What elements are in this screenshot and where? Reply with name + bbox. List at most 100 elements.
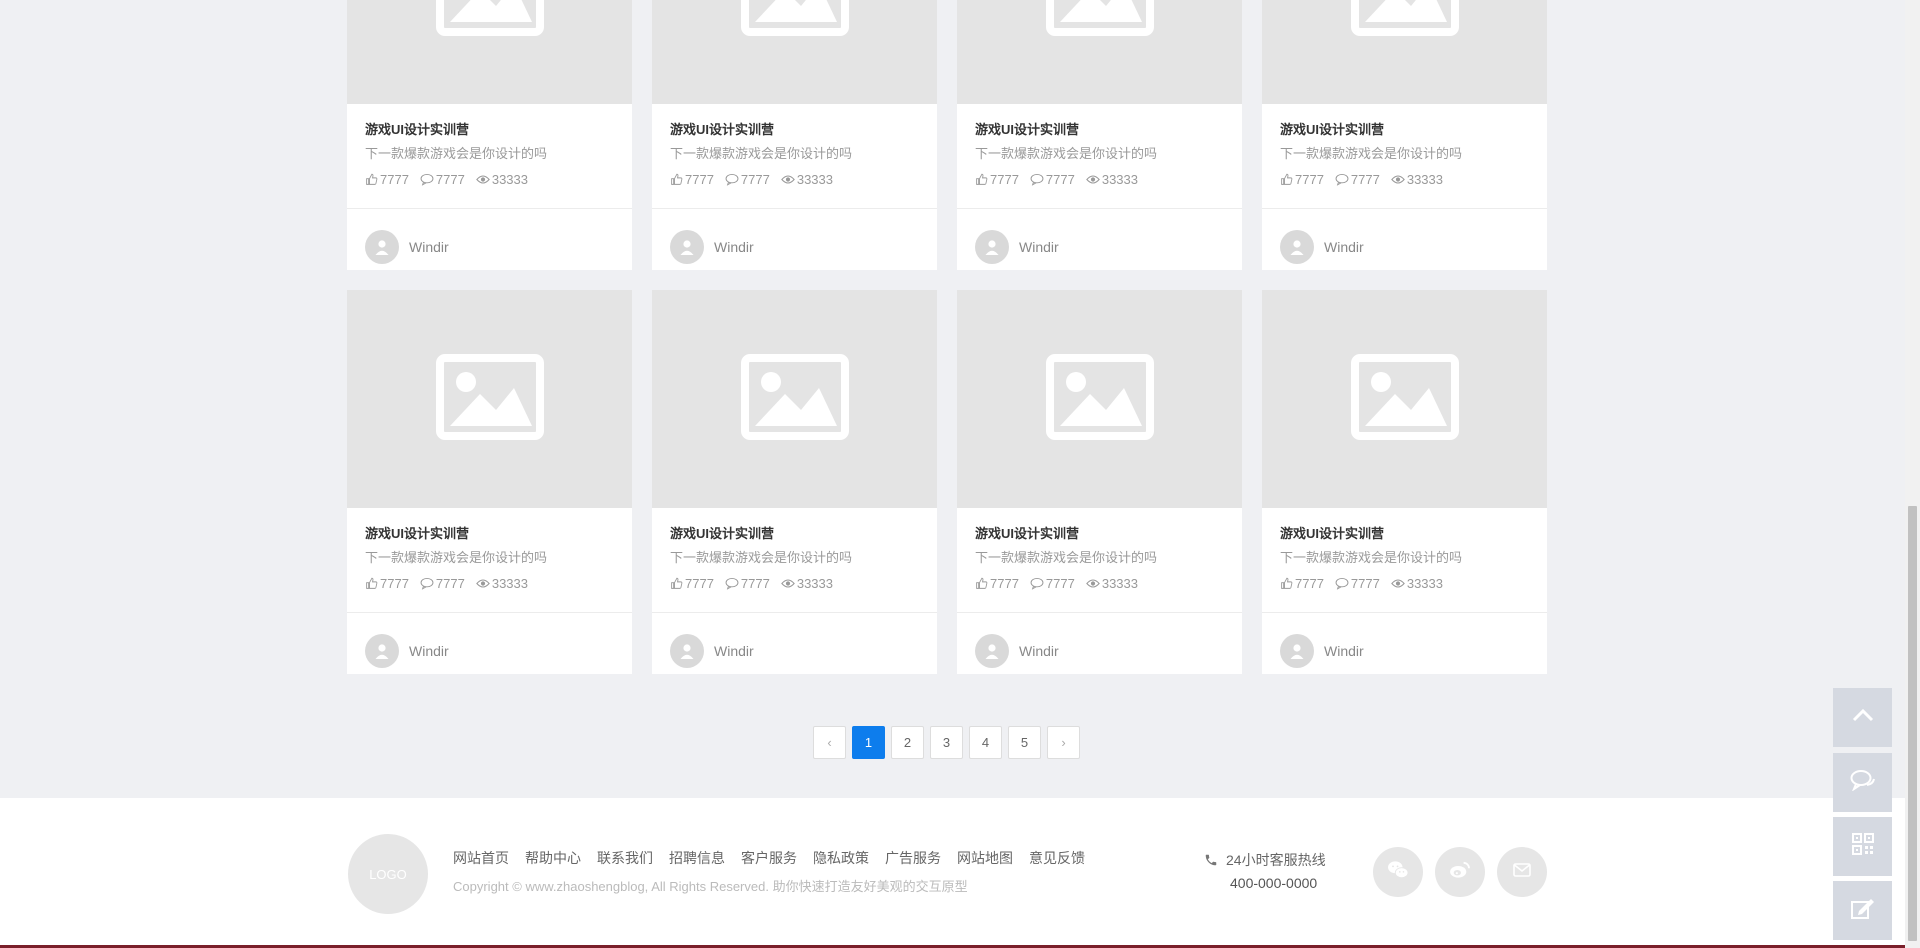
footer-link-privacy[interactable]: 隐私政策 <box>813 848 869 868</box>
course-card[interactable]: 游戏UI设计实训营 下一款爆款游戏会是你设计的吗 7777 7777 33333 Wind… <box>347 0 632 270</box>
card-thumbnail[interactable] <box>957 0 1242 104</box>
card-title[interactable]: 游戏UI设计实训营 <box>365 119 469 138</box>
avatar[interactable] <box>1280 230 1314 264</box>
card-thumbnail[interactable] <box>1262 290 1547 508</box>
page-button-3[interactable]: 3 <box>930 726 963 759</box>
likes-stat[interactable]: 7777 <box>365 576 409 591</box>
qrcode-button[interactable] <box>1833 817 1892 876</box>
avatar[interactable] <box>670 634 704 668</box>
card-title[interactable]: 游戏UI设计实训营 <box>1280 119 1384 138</box>
card-author[interactable]: Windir <box>365 230 449 264</box>
hotline-number: 400-000-0000 <box>1230 875 1318 891</box>
footer-logo[interactable]: LOGO <box>348 834 428 914</box>
author-name[interactable]: Windir <box>714 643 754 659</box>
author-name[interactable]: Windir <box>1019 643 1059 659</box>
likes-stat[interactable]: 7777 <box>1280 172 1324 187</box>
course-card[interactable]: 游戏UI设计实训营 下一款爆款游戏会是你设计的吗 7777 7777 33333 Wind… <box>652 290 937 674</box>
page-button-4[interactable]: 4 <box>969 726 1002 759</box>
author-name[interactable]: Windir <box>1324 643 1364 659</box>
card-stats: 7777 7777 33333 <box>670 172 844 187</box>
course-card[interactable]: 游戏UI设计实训营 下一款爆款游戏会是你设计的吗 7777 7777 33333 Wind… <box>1262 0 1547 270</box>
card-title[interactable]: 游戏UI设计实训营 <box>670 119 774 138</box>
card-title[interactable]: 游戏UI设计实训营 <box>1280 523 1384 542</box>
course-card[interactable]: 游戏UI设计实训营 下一款爆款游戏会是你设计的吗 7777 7777 33333 Wind… <box>347 290 632 674</box>
card-title[interactable]: 游戏UI设计实训营 <box>365 523 469 542</box>
avatar[interactable] <box>670 230 704 264</box>
comment-icon <box>1335 173 1351 186</box>
author-name[interactable]: Windir <box>409 643 449 659</box>
card-title[interactable]: 游戏UI设计实训营 <box>975 119 1079 138</box>
avatar[interactable] <box>975 230 1009 264</box>
mail-button[interactable] <box>1497 847 1547 897</box>
footer-link-help[interactable]: 帮助中心 <box>525 848 581 868</box>
comments-stat[interactable]: 7777 <box>1335 172 1380 187</box>
card-author[interactable]: Windir <box>365 634 449 668</box>
card-title[interactable]: 游戏UI设计实训营 <box>975 523 1079 542</box>
card-author[interactable]: Windir <box>1280 230 1364 264</box>
scrollbar-thumb[interactable] <box>1908 506 1917 941</box>
footer-link-home[interactable]: 网站首页 <box>453 848 509 868</box>
prev-page-button[interactable]: ‹ <box>813 726 846 759</box>
card-author[interactable]: Windir <box>975 634 1059 668</box>
footer-link-contact[interactable]: 联系我们 <box>597 848 653 868</box>
author-name[interactable]: Windir <box>409 239 449 255</box>
page-button-1[interactable]: 1 <box>852 726 885 759</box>
card-author[interactable]: Windir <box>1280 634 1364 668</box>
likes-stat[interactable]: 7777 <box>670 172 714 187</box>
footer-link-jobs[interactable]: 招聘信息 <box>669 848 725 868</box>
footer-link-ads[interactable]: 广告服务 <box>885 848 941 868</box>
weibo-button[interactable] <box>1435 847 1485 897</box>
comments-stat[interactable]: 7777 <box>725 172 770 187</box>
page-button-2[interactable]: 2 <box>891 726 924 759</box>
avatar[interactable] <box>365 230 399 264</box>
comments-stat[interactable]: 7777 <box>1030 576 1075 591</box>
next-page-button[interactable]: › <box>1047 726 1080 759</box>
likes-stat[interactable]: 7777 <box>1280 576 1324 591</box>
likes-count: 7777 <box>990 172 1019 187</box>
card-author[interactable]: Windir <box>670 230 754 264</box>
likes-stat[interactable]: 7777 <box>670 576 714 591</box>
card-stats: 7777 7777 33333 <box>1280 576 1454 591</box>
footer-link-sitemap[interactable]: 网站地图 <box>957 848 1013 868</box>
eye-icon <box>476 578 492 589</box>
course-card[interactable]: 游戏UI设计实训营 下一款爆款游戏会是你设计的吗 7777 7777 33333 Wind… <box>652 0 937 270</box>
author-name[interactable]: Windir <box>714 239 754 255</box>
comments-stat[interactable]: 7777 <box>1335 576 1380 591</box>
card-thumbnail[interactable] <box>1262 0 1547 104</box>
chat-button[interactable] <box>1833 753 1892 812</box>
card-author[interactable]: Windir <box>975 230 1059 264</box>
card-thumbnail[interactable] <box>652 0 937 104</box>
card-thumbnail[interactable] <box>957 290 1242 508</box>
likes-stat[interactable]: 7777 <box>975 172 1019 187</box>
avatar[interactable] <box>975 634 1009 668</box>
card-thumbnail[interactable] <box>652 290 937 508</box>
footer-link-feedback[interactable]: 意见反馈 <box>1029 848 1085 868</box>
scrollbar[interactable] <box>1905 0 1920 948</box>
card-description: 下一款爆款游戏会是你设计的吗 <box>365 146 548 161</box>
likes-stat[interactable]: 7777 <box>975 576 1019 591</box>
comments-stat[interactable]: 7777 <box>1030 172 1075 187</box>
eye-icon <box>1086 174 1102 185</box>
author-name[interactable]: Windir <box>1019 239 1059 255</box>
comment-icon <box>420 577 436 590</box>
footer-link-service[interactable]: 客户服务 <box>741 848 797 868</box>
comments-stat[interactable]: 7777 <box>420 576 465 591</box>
course-card[interactable]: 游戏UI设计实训营 下一款爆款游戏会是你设计的吗 7777 7777 33333 Wind… <box>957 290 1242 674</box>
course-card[interactable]: 游戏UI设计实训营 下一款爆款游戏会是你设计的吗 7777 7777 33333 Wind… <box>957 0 1242 270</box>
card-title[interactable]: 游戏UI设计实训营 <box>670 523 774 542</box>
back-to-top-icon <box>1852 708 1874 727</box>
card-thumbnail[interactable] <box>347 290 632 508</box>
author-name[interactable]: Windir <box>1324 239 1364 255</box>
page-button-5[interactable]: 5 <box>1008 726 1041 759</box>
edit-button[interactable] <box>1833 881 1892 940</box>
wechat-button[interactable] <box>1373 847 1423 897</box>
likes-stat[interactable]: 7777 <box>365 172 409 187</box>
card-thumbnail[interactable] <box>347 0 632 104</box>
comments-stat[interactable]: 7777 <box>725 576 770 591</box>
avatar[interactable] <box>1280 634 1314 668</box>
comments-stat[interactable]: 7777 <box>420 172 465 187</box>
back-to-top-button[interactable] <box>1833 688 1892 747</box>
course-card[interactable]: 游戏UI设计实训营 下一款爆款游戏会是你设计的吗 7777 7777 33333 Wind… <box>1262 290 1547 674</box>
avatar[interactable] <box>365 634 399 668</box>
card-author[interactable]: Windir <box>670 634 754 668</box>
